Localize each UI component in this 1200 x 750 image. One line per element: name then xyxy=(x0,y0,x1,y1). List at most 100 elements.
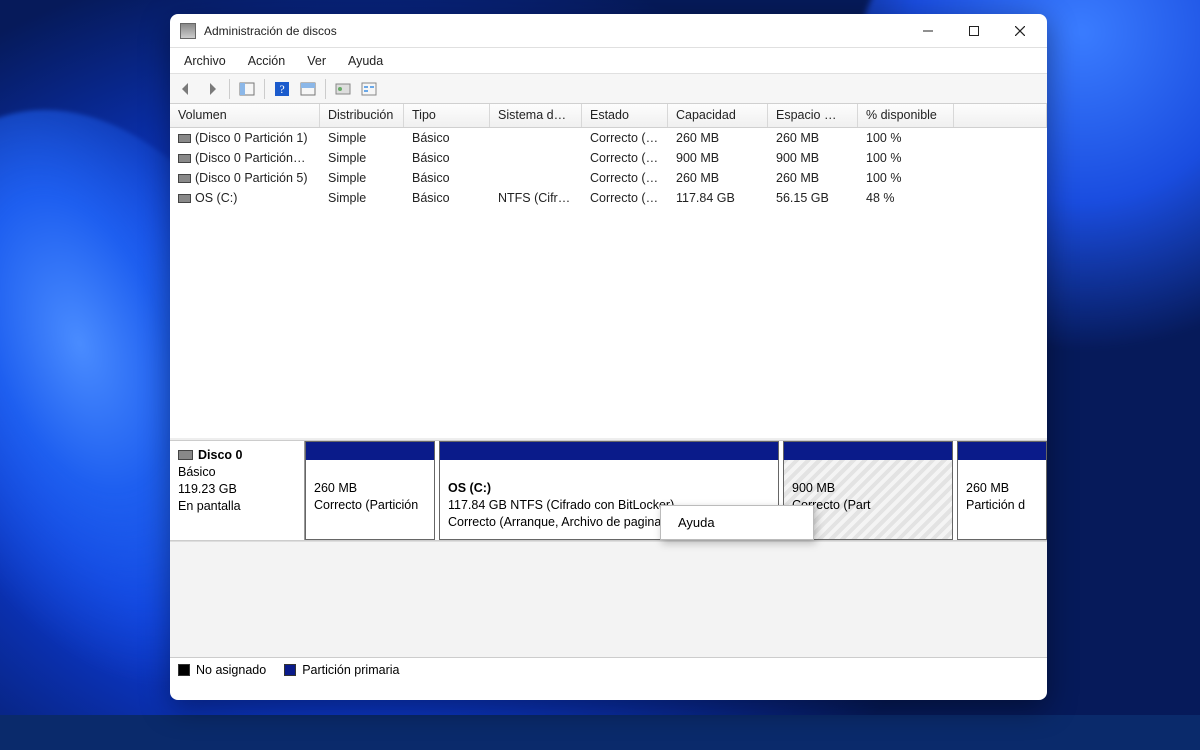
volume-list: Volumen Distribución Tipo Sistema de … E… xyxy=(170,104,1047,440)
cell-esp: 900 MB xyxy=(768,149,858,167)
show-hide-tree-button[interactable] xyxy=(235,77,259,101)
window-controls xyxy=(905,16,1043,46)
cell-est: Correcto (… xyxy=(582,149,668,167)
cell-cap: 260 MB xyxy=(668,129,768,147)
legend: No asignado Partición primaria xyxy=(170,657,1047,683)
properties-button[interactable] xyxy=(357,77,381,101)
col-distribucion[interactable]: Distribución xyxy=(320,104,404,127)
forward-button[interactable] xyxy=(200,77,224,101)
partition-status: Partición d xyxy=(966,497,1038,514)
menu-ayuda[interactable]: Ayuda xyxy=(338,51,393,71)
toolbar: ? xyxy=(170,74,1047,104)
cell-cap: 260 MB xyxy=(668,169,768,187)
back-button[interactable] xyxy=(174,77,198,101)
window-title: Administración de discos xyxy=(204,24,337,38)
cell-cap: 900 MB xyxy=(668,149,768,167)
graphical-empty-area xyxy=(170,541,1047,657)
cell-dist: Simple xyxy=(320,169,404,187)
menubar: Archivo Acción Ver Ayuda xyxy=(170,48,1047,74)
partition-bar xyxy=(958,442,1046,460)
table-row[interactable]: (Disco 0 Partición 1) Simple Básico Corr… xyxy=(170,128,1047,148)
col-volumen[interactable]: Volumen xyxy=(170,104,320,127)
view-top-button[interactable] xyxy=(296,77,320,101)
col-tipo[interactable]: Tipo xyxy=(404,104,490,127)
cell-tipo: Básico xyxy=(404,149,490,167)
table-row[interactable]: (Disco 0 Partición 5) Simple Básico Corr… xyxy=(170,168,1047,188)
cell-sis xyxy=(490,136,582,140)
cell-tipo: Básico xyxy=(404,129,490,147)
partition-size: 260 MB xyxy=(314,480,426,497)
cell-esp: 260 MB xyxy=(768,129,858,147)
cell-dist: Simple xyxy=(320,189,404,207)
col-estado[interactable]: Estado xyxy=(582,104,668,127)
partition-size: 900 MB xyxy=(792,480,944,497)
partition-bar xyxy=(306,442,434,460)
disk-size: 119.23 GB xyxy=(178,481,296,498)
cell-dist: Simple xyxy=(320,129,404,147)
volume-list-body[interactable]: (Disco 0 Partición 1) Simple Básico Corr… xyxy=(170,128,1047,438)
partition-bar xyxy=(440,442,778,460)
disk-title: Disco 0 xyxy=(198,448,242,462)
legend-swatch-unassigned xyxy=(178,664,190,676)
cell-pct: 100 % xyxy=(858,149,954,167)
cell-cap: 117.84 GB xyxy=(668,189,768,207)
context-menu-ayuda[interactable]: Ayuda xyxy=(664,509,810,536)
cell-sis: NTFS (Cifra… xyxy=(490,189,582,207)
legend-label-unassigned: No asignado xyxy=(196,663,266,677)
menu-archivo[interactable]: Archivo xyxy=(174,51,236,71)
col-pct[interactable]: % disponible xyxy=(858,104,954,127)
app-icon xyxy=(180,23,196,39)
volume-name: (Disco 0 Partición 5) xyxy=(195,171,308,185)
col-capacidad[interactable]: Capacidad xyxy=(668,104,768,127)
col-end[interactable] xyxy=(954,104,1047,127)
cell-esp: 260 MB xyxy=(768,169,858,187)
partition-bar xyxy=(784,442,952,460)
context-menu: Ayuda xyxy=(660,505,814,540)
disk-management-window: Administración de discos Archivo Acción … xyxy=(170,14,1047,700)
volume-name: OS (C:) xyxy=(195,191,237,205)
cell-tipo: Básico xyxy=(404,169,490,187)
svg-text:?: ? xyxy=(279,82,284,96)
disk-icon xyxy=(178,174,191,183)
partition-block[interactable]: 260 MB Correcto (Partición xyxy=(305,441,435,540)
toolbar-separator xyxy=(325,79,326,99)
minimize-button[interactable] xyxy=(905,16,951,46)
titlebar[interactable]: Administración de discos xyxy=(170,14,1047,48)
volume-list-header: Volumen Distribución Tipo Sistema de … E… xyxy=(170,104,1047,128)
disk-row: Disco 0 Básico 119.23 GB En pantalla 260… xyxy=(170,441,1047,541)
cell-est: Correcto (… xyxy=(582,169,668,187)
close-button[interactable] xyxy=(997,16,1043,46)
toolbar-separator xyxy=(229,79,230,99)
cell-sis xyxy=(490,176,582,180)
table-row[interactable]: OS (C:) Simple Básico NTFS (Cifra… Corre… xyxy=(170,188,1047,208)
volume-name: (Disco 0 Partición 1) xyxy=(195,131,308,145)
disk-icon xyxy=(178,154,191,163)
disk-info[interactable]: Disco 0 Básico 119.23 GB En pantalla xyxy=(170,441,305,540)
disk-status: En pantalla xyxy=(178,498,296,515)
cell-dist: Simple xyxy=(320,149,404,167)
col-espacio[interactable]: Espacio … xyxy=(768,104,858,127)
partition-status: Correcto (Partición xyxy=(314,497,426,514)
toolbar-separator xyxy=(264,79,265,99)
graphical-view: Disco 0 Básico 119.23 GB En pantalla 260… xyxy=(170,440,1047,657)
cell-sis xyxy=(490,156,582,160)
partition-title: OS (C:) xyxy=(448,480,770,497)
volume-name: (Disco 0 Partición… xyxy=(195,151,305,165)
partition-size: 260 MB xyxy=(966,480,1038,497)
legend-swatch-primary xyxy=(284,664,296,676)
table-row[interactable]: (Disco 0 Partición… Simple Básico Correc… xyxy=(170,148,1047,168)
maximize-button[interactable] xyxy=(951,16,997,46)
menu-accion[interactable]: Acción xyxy=(238,51,296,71)
menu-ver[interactable]: Ver xyxy=(297,51,336,71)
cell-pct: 100 % xyxy=(858,129,954,147)
partition-block[interactable]: 260 MB Partición d xyxy=(957,441,1047,540)
legend-label-primary: Partición primaria xyxy=(302,663,399,677)
col-sistema[interactable]: Sistema de … xyxy=(490,104,582,127)
disk-type: Básico xyxy=(178,464,296,481)
refresh-button[interactable] xyxy=(331,77,355,101)
disk-icon xyxy=(178,194,191,203)
help-button[interactable]: ? xyxy=(270,77,294,101)
disk-icon xyxy=(178,450,193,460)
disk-icon xyxy=(178,134,191,143)
partition-status: Correcto (Part xyxy=(792,497,944,514)
